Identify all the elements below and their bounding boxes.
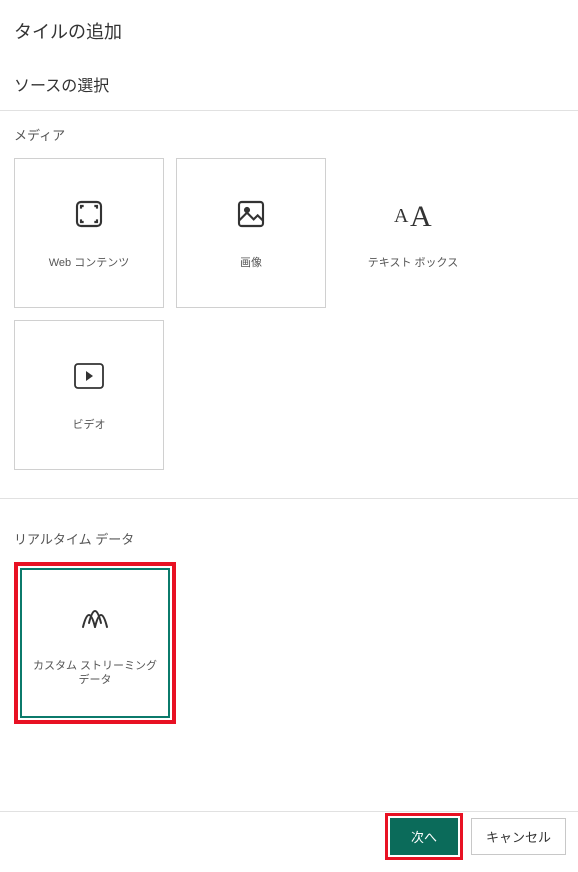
realtime-section-label: リアルタイム データ	[14, 529, 564, 548]
realtime-tile-grid: カスタム ストリーミング データ	[14, 562, 564, 724]
panel-header: タイルの追加 ソースの選択	[0, 0, 578, 96]
image-icon	[233, 196, 269, 232]
tile-text-box[interactable]: A A テキスト ボックス	[338, 158, 488, 308]
tile-web-content[interactable]: Web コンテンツ	[14, 158, 164, 308]
tile-label: 画像	[232, 256, 270, 270]
panel-title: タイルの追加	[14, 18, 564, 44]
video-icon	[71, 358, 107, 394]
divider	[0, 498, 578, 499]
realtime-section: リアルタイム データ カスタム ストリーミング データ	[0, 515, 578, 724]
svg-text:A: A	[394, 205, 409, 227]
tile-label: カスタム ストリーミング データ	[22, 659, 168, 688]
tile-label: テキスト ボックス	[360, 256, 466, 270]
tile-label: ビデオ	[65, 418, 114, 432]
footer-divider	[0, 811, 578, 812]
textbox-icon: A A	[388, 196, 438, 232]
cancel-button[interactable]: キャンセル	[471, 818, 566, 855]
panel-subtitle: ソースの選択	[14, 72, 564, 96]
media-tile-grid: Web コンテンツ 画像 A A	[14, 158, 564, 470]
tile-video[interactable]: ビデオ	[14, 320, 164, 470]
tile-image[interactable]: 画像	[176, 158, 326, 308]
svg-text:A: A	[410, 200, 432, 232]
media-section: メディア Web コンテンツ	[0, 111, 578, 470]
dialog-footer: 次へ キャンセル	[385, 813, 566, 860]
next-button[interactable]: 次へ	[390, 818, 458, 855]
fullscreen-icon	[71, 196, 107, 232]
streaming-icon	[77, 599, 113, 635]
highlight-annotation: 次へ	[385, 813, 463, 860]
tile-custom-streaming-data[interactable]: カスタム ストリーミング データ	[20, 568, 170, 718]
highlight-annotation: カスタム ストリーミング データ	[14, 562, 176, 724]
tile-label: Web コンテンツ	[41, 256, 137, 270]
media-section-label: メディア	[14, 125, 564, 144]
add-tile-panel: タイルの追加 ソースの選択 メディア Web コンテンツ	[0, 0, 578, 724]
